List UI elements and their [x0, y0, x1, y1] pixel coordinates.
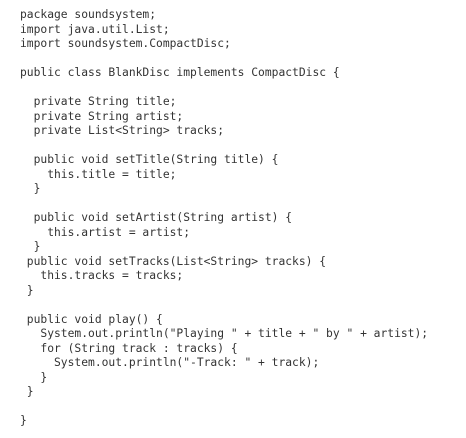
code-line-play-close: }: [20, 385, 34, 398]
code-line-class-declaration: public class BlankDisc implements Compac…: [20, 66, 340, 79]
code-line-import-list: import java.util.List;: [20, 22, 170, 36]
code-page: { "code_lines": [ "package soundsystem;"…: [0, 0, 466, 438]
code-line-play-println: System.out.println("Playing " + title + …: [20, 327, 429, 340]
code-line-play-for-loop: for (String track : tracks) {: [20, 341, 238, 355]
code-line-setartist-signature: public void setArtist(String artist) {: [20, 211, 293, 224]
code-line-settracks-body: this.tracks = tracks;: [20, 269, 184, 282]
code-line-class-close: }: [20, 414, 27, 427]
code-line-for-close: }: [20, 370, 48, 384]
code-line-field-tracks: private List<String> tracks;: [20, 124, 225, 137]
code-line-field-title: private String title;: [20, 95, 177, 108]
code-line-setartist-close: }: [20, 240, 41, 253]
code-line-settracks-close: }: [20, 283, 34, 297]
code-line-settitle-close: }: [20, 182, 41, 195]
code-line-import-compactdisc: import soundsystem.CompactDisc;: [20, 37, 231, 50]
code-line-play-signature: public void play() {: [20, 312, 163, 326]
code-line-settitle-body: this.title = title;: [20, 167, 177, 181]
code-listing: package soundsystem; import java.util.Lis…: [20, 8, 428, 429]
code-line-package: package soundsystem;: [20, 8, 157, 21]
code-line-settitle-signature: public void setTitle(String title) {: [20, 153, 279, 166]
code-line-play-track-println: System.out.println("-Track: " + track);: [20, 356, 320, 369]
code-line-field-artist: private String artist;: [20, 109, 184, 123]
code-line-setartist-body: this.artist = artist;: [20, 225, 191, 239]
code-line-settracks-signature: public void setTracks(List<String> track…: [20, 254, 327, 268]
